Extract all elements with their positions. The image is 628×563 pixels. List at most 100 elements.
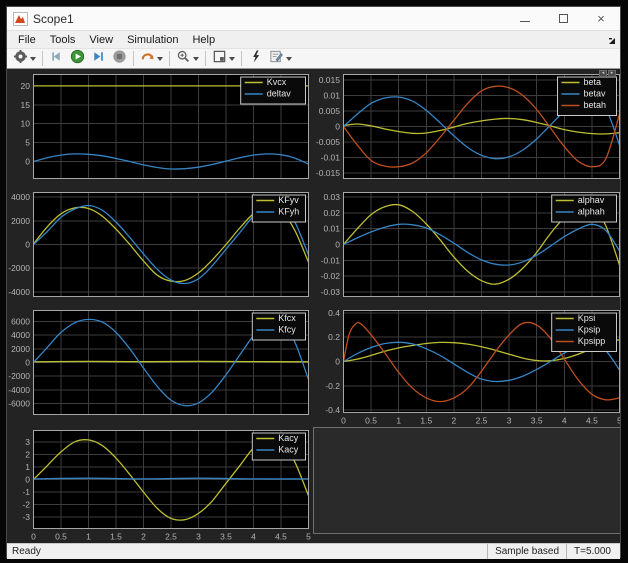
legend-label: alphav [578, 195, 605, 205]
legend-label: Kpsi [578, 313, 596, 323]
dropdown-caret-icon[interactable] [193, 57, 199, 61]
y-tick-label: 0.2 [328, 332, 340, 342]
stop-icon [112, 49, 127, 69]
minimize-button[interactable] [506, 7, 544, 30]
legend[interactable]: KacyKacy [252, 433, 305, 460]
y-tick-label: -2000 [8, 263, 30, 273]
y-tick-label: -0.01 [321, 152, 341, 162]
trigger-button[interactable] [246, 48, 265, 70]
titlebar: Scope1 × [7, 7, 620, 31]
menu-file[interactable]: File [11, 32, 43, 48]
plot-beta[interactable]: -0.015-0.01-0.00500.0050.010.015betabeta… [313, 73, 620, 183]
settings-gear-icon [13, 49, 28, 69]
status-sample-mode: Sample based [487, 544, 566, 559]
legend-label: Kacy [278, 433, 299, 443]
y-tick-label: -4000 [8, 385, 30, 395]
plot-kfyv-kfyh[interactable]: -4000-2000020004000KFyvKFyh [7, 191, 311, 301]
stop-button[interactable] [110, 48, 129, 70]
run-button[interactable] [68, 48, 87, 70]
legend-label: betah [584, 100, 607, 110]
status-text: Ready [12, 546, 41, 557]
menubar: FileToolsViewSimulationHelp [7, 31, 620, 49]
legend-label: deltav [267, 89, 292, 99]
run-icon [70, 49, 85, 69]
dropdown-caret-icon[interactable] [157, 57, 163, 61]
arrow-left-icon[interactable]: ◂ [599, 70, 607, 77]
y-tick-label: -0.2 [325, 381, 340, 391]
y-tick-label: -3 [22, 512, 30, 522]
axes-maximize-widget[interactable]: ◂▸ [598, 70, 616, 77]
style-brush-icon [140, 49, 155, 69]
x-tick-label: 3 [507, 416, 512, 426]
y-tick-label: -0.4 [325, 405, 340, 415]
x-tick-label: 0 [31, 532, 36, 542]
measurements-icon [269, 49, 284, 69]
series-Kacy [34, 478, 309, 479]
y-tick-label: -0.005 [316, 137, 340, 147]
menu-view[interactable]: View [82, 32, 120, 48]
y-tick-label: 2000 [11, 216, 30, 226]
layout-button[interactable] [210, 48, 237, 70]
scope-canvas: 05101520Kvcxdeltav -4000-2000020004000KF… [7, 69, 620, 543]
y-tick-label: 6000 [11, 316, 30, 326]
menu-tools[interactable]: Tools [43, 32, 83, 48]
style-brush-button[interactable] [138, 48, 165, 70]
y-tick-label: 0 [335, 357, 340, 367]
minimize-icon [520, 21, 530, 22]
toolbar-separator [42, 51, 43, 66]
legend-label: KFyv [278, 195, 299, 205]
x-tick-label: 1 [396, 416, 401, 426]
screen-background: Scope1 × FileToolsViewSimulationHelp 0 5 1… [0, 0, 628, 563]
dropdown-caret-icon[interactable] [286, 57, 292, 61]
empty-display-panel [313, 427, 620, 534]
y-tick-label: 15 [21, 100, 31, 110]
x-tick-label: 5 [306, 532, 311, 542]
zoom-button[interactable] [174, 48, 201, 70]
y-tick-label: 3 [25, 437, 30, 447]
y-tick-label: 0.4 [328, 309, 340, 318]
dropdown-caret-icon[interactable] [30, 57, 36, 61]
y-tick-label: 0 [25, 156, 30, 166]
y-tick-label: 0.015 [319, 75, 341, 85]
y-tick-label: 0.01 [323, 224, 340, 234]
y-tick-label: 0 [25, 475, 30, 485]
step-back-button[interactable] [47, 48, 66, 70]
y-tick-label: 20 [21, 81, 31, 91]
menu-simulation[interactable]: Simulation [120, 32, 185, 48]
legend[interactable]: Kvcxdeltav [241, 77, 306, 104]
legend[interactable]: KpsiKpsipKpsipp [552, 313, 617, 352]
window-title: Scope1 [33, 12, 74, 26]
scope-window: Scope1 × FileToolsViewSimulationHelp 0 5 1… [6, 6, 621, 558]
dropdown-caret-icon[interactable] [229, 57, 235, 61]
legend[interactable]: KfcxKfcy [252, 313, 305, 340]
legend[interactable]: KFyv KFyh [252, 195, 305, 222]
plot-kacy[interactable]: -3-2-1012300.511.522.533.544.55KacyKacy [7, 429, 311, 543]
menubar-pin-icon[interactable] [608, 36, 616, 48]
y-tick-label: -6000 [8, 399, 30, 409]
legend-label: Kpsip [578, 325, 601, 335]
legend-label: beta [584, 77, 602, 87]
arrow-right-icon[interactable]: ▸ [608, 70, 616, 77]
y-tick-label: 4000 [11, 330, 30, 340]
legend[interactable]: alphavalphah [552, 195, 617, 222]
measurements-button[interactable] [267, 48, 294, 70]
plot-kvcx-deltav[interactable]: 05101520Kvcxdeltav [7, 73, 311, 183]
plot-kfcx-kfcy[interactable]: -6000-4000-20000200040006000KfcxKfcy [7, 309, 311, 419]
y-tick-label: -0.02 [321, 271, 341, 281]
maximize-button[interactable] [544, 7, 582, 30]
legend[interactable]: betabetavbetah [558, 77, 617, 116]
window-controls: × [506, 7, 620, 30]
legend-label: KFyh [278, 207, 299, 217]
x-tick-label: 2.5 [165, 532, 177, 542]
y-tick-label: 5 [25, 138, 30, 148]
y-tick-label: 0 [335, 122, 340, 132]
y-tick-label: -1 [22, 487, 30, 497]
menu-help[interactable]: Help [185, 32, 222, 48]
x-tick-label: 1.5 [420, 416, 432, 426]
settings-gear-button[interactable] [11, 48, 38, 70]
close-button[interactable]: × [582, 7, 620, 30]
plot-kpsi[interactable]: -0.4-0.200.20.400.511.522.533.544.55Kpsi… [313, 309, 620, 427]
plot-alpha[interactable]: -0.03-0.02-0.0100.010.020.03alphavalphah [313, 191, 620, 301]
step-forward-button[interactable] [89, 48, 108, 70]
legend-label: Kfcy [278, 325, 296, 335]
